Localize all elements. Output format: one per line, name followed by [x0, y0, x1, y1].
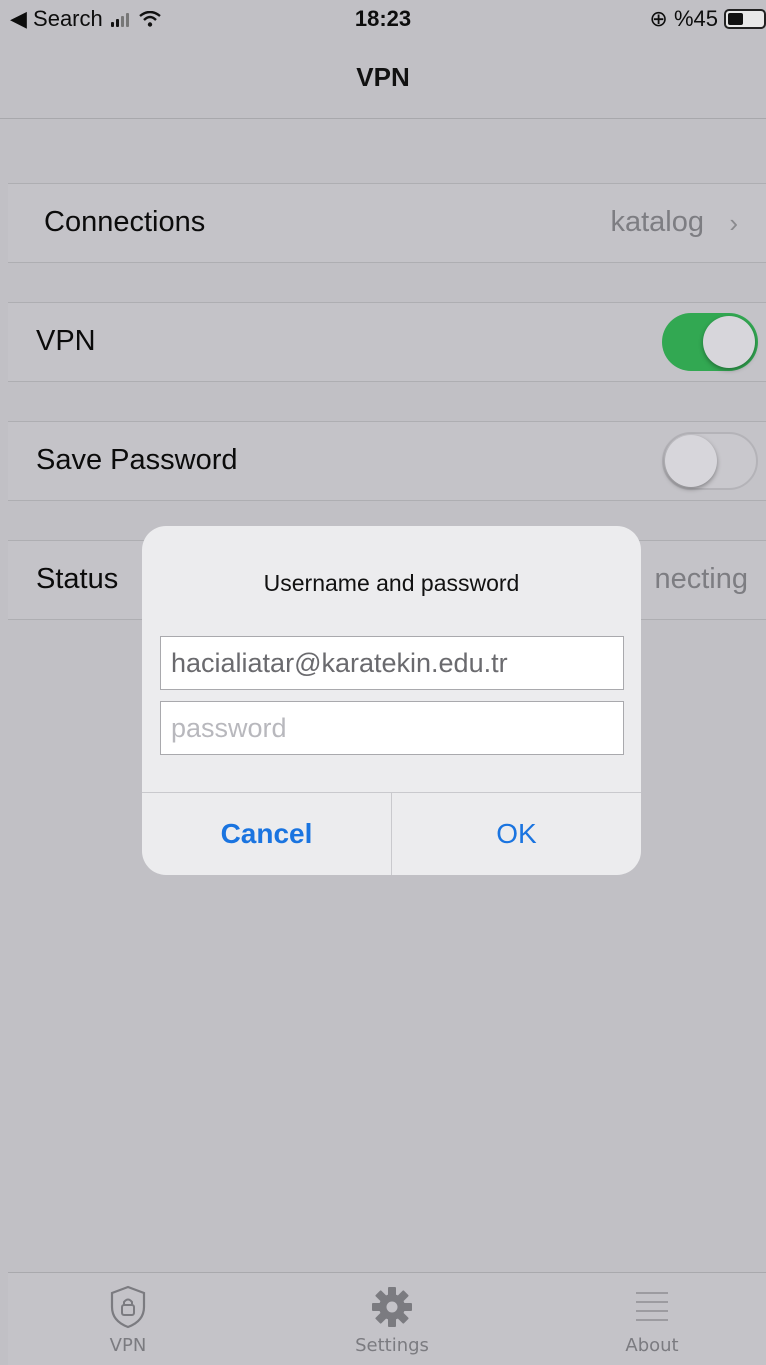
tab-vpn[interactable]: VPN [33, 1273, 223, 1365]
save-password-label: Save Password [36, 444, 238, 476]
shield-lock-icon [110, 1285, 146, 1329]
list-icon [636, 1292, 668, 1321]
tab-bar: VPN Settings About [8, 1272, 766, 1365]
page-title: VPN [356, 62, 410, 92]
battery-percent: ⊕ %45 [649, 6, 718, 31]
vpn-row: VPN [8, 302, 766, 382]
tab-label: Settings [355, 1335, 429, 1356]
gear-icon [372, 1287, 412, 1327]
tab-label: VPN [109, 1335, 147, 1356]
nav-bar: VPN [0, 40, 766, 119]
status-bar: ◀ Search 18:23 ⊕ %45 [0, 0, 766, 40]
connections-row[interactable]: Connections katalog › [8, 183, 766, 263]
cancel-button[interactable]: Cancel [142, 793, 392, 875]
toggle-knob [703, 316, 755, 368]
credentials-dialog: Username and password Cancel OK [142, 526, 641, 875]
vpn-label: VPN [36, 325, 96, 357]
toggle-knob [665, 435, 717, 487]
status-value: necting [654, 563, 748, 595]
status-label: Status [36, 563, 119, 595]
password-field[interactable] [160, 701, 624, 755]
vpn-toggle[interactable] [662, 313, 758, 371]
tab-settings[interactable]: Settings [297, 1273, 487, 1365]
save-password-row: Save Password [8, 421, 766, 501]
username-field[interactable] [160, 636, 624, 690]
connections-value: katalog [610, 206, 704, 238]
battery-level [728, 13, 743, 25]
save-password-toggle[interactable] [662, 432, 758, 490]
battery-icon [724, 9, 766, 29]
tab-about[interactable]: About [557, 1273, 747, 1365]
connections-label: Connections [44, 206, 206, 238]
ok-button[interactable]: OK [392, 793, 641, 875]
dialog-title: Username and password [263, 570, 520, 596]
tab-label: About [625, 1335, 679, 1356]
dialog-buttons: Cancel OK [142, 792, 641, 875]
chevron-right-icon: › [729, 208, 738, 238]
status-right: ⊕ %45 [649, 6, 766, 32]
